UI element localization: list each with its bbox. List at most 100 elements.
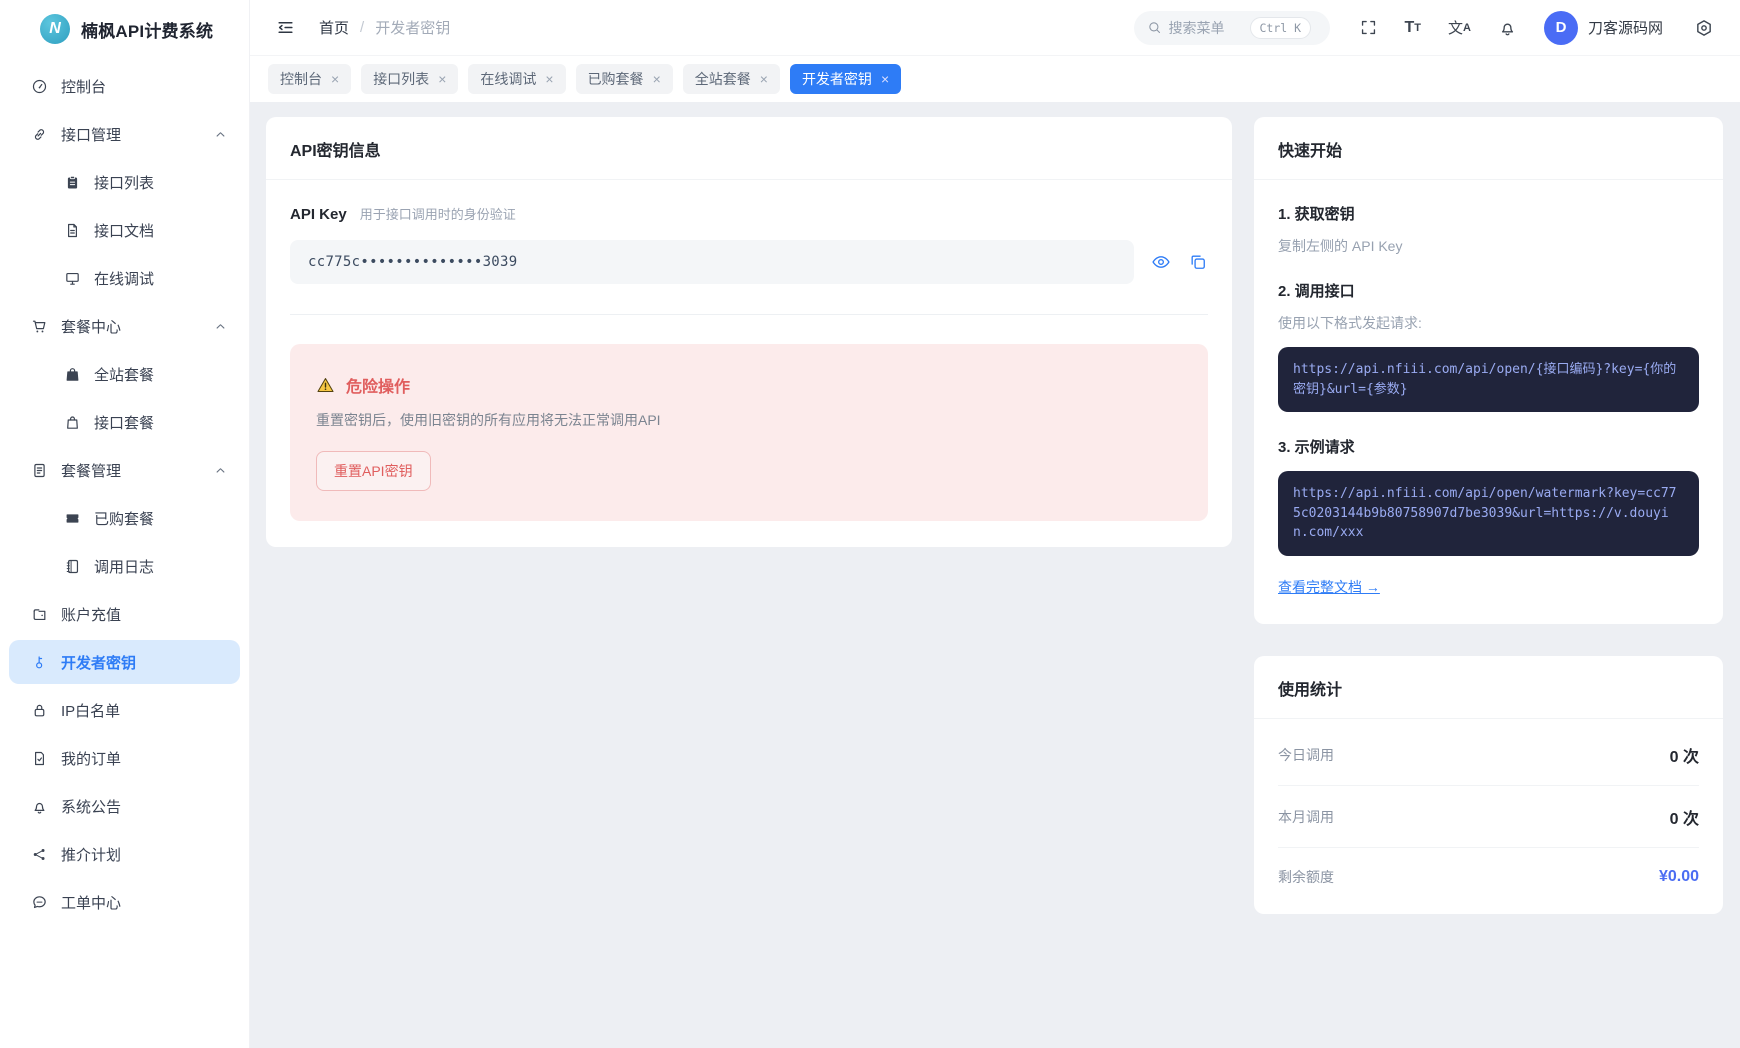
menu-search[interactable]: Ctrl K [1133, 10, 1330, 45]
api-key-label: API Key [290, 206, 347, 223]
user-menu[interactable]: D 刀客源码网 [1543, 10, 1663, 45]
tab-close-icon[interactable]: × [331, 72, 339, 86]
menu-fold-icon [278, 21, 293, 34]
ticket-icon [66, 513, 79, 523]
tab-api-list[interactable]: 接口列表 × [361, 64, 459, 94]
tab-label: 控制台 [280, 71, 322, 87]
sidebar-item-label: 接口文档 [94, 222, 155, 240]
api-key-value-field: cc775c••••••••••••••3039 [290, 240, 1134, 284]
sidebar-item-site-packages[interactable]: 全站套餐 [9, 352, 240, 396]
sidebar-item-purchased-packages[interactable]: 已购套餐 [9, 496, 240, 540]
sidebar-item-label: 系统公告 [61, 798, 122, 816]
translate-icon: 文 [1448, 20, 1464, 37]
sidebar-item-label: 接口列表 [94, 174, 155, 192]
monitor-icon [66, 272, 79, 285]
sidebar-item-label: 在线调试 [94, 270, 155, 288]
settings-button[interactable] [1694, 18, 1714, 38]
usage-label: 剩余额度 [1278, 868, 1334, 885]
tab-close-icon[interactable]: × [545, 72, 553, 86]
sidebar-item-api-management[interactable]: 接口管理 [9, 112, 240, 156]
text-size-button[interactable]: TT [1405, 19, 1422, 37]
fullscreen-icon [1361, 20, 1375, 35]
example-request-code: https://api.nfiii.com/api/open/watermark… [1278, 471, 1699, 556]
app-root: N 楠枫API计费系统 控制台 接口管理 接口列表 接口文档 在线调试 套餐中心… [0, 0, 1740, 1048]
step3-title: 3. 示例请求 [1278, 439, 1355, 456]
notifications-button[interactable] [1498, 18, 1517, 37]
bag-filled-icon [66, 367, 79, 381]
quick-start-title: 快速开始 [1254, 117, 1723, 180]
tab-bar: 控制台 × 接口列表 × 在线调试 × 已购套餐 × 全站套餐 × 开发者密钥 … [250, 56, 1740, 102]
sidebar-item-label: 我的订单 [61, 750, 122, 768]
sidebar-collapse-button[interactable] [276, 18, 295, 37]
sidebar-item-api-packages[interactable]: 接口套餐 [9, 400, 240, 444]
top-header: 首页 / 开发者密钥 Ctrl K TT 文A [250, 0, 1740, 56]
username: 刀客源码网 [1587, 20, 1663, 37]
sidebar-item-api-docs[interactable]: 接口文档 [9, 208, 240, 252]
document-icon [68, 223, 77, 237]
usage-stats-card: 使用统计 今日调用 0 次 本月调用 0 次 剩余额度 ¥0.00 [1254, 655, 1723, 914]
main-column: 首页 / 开发者密钥 Ctrl K TT 文A [250, 0, 1740, 1048]
chat-icon [33, 895, 46, 908]
sidebar-item-label: 开发者密钥 [61, 654, 137, 672]
tab-close-icon[interactable]: × [881, 72, 889, 86]
text-size-icon: T [1404, 18, 1415, 36]
sidebar-item-package-management[interactable]: 套餐管理 [9, 448, 240, 492]
fullscreen-button[interactable] [1359, 18, 1378, 37]
order-icon [35, 751, 44, 765]
sidebar-item-my-orders[interactable]: 我的订单 [9, 736, 240, 780]
bag-outline-icon [67, 415, 78, 429]
sidebar-item-ip-whitelist[interactable]: IP白名单 [9, 688, 240, 732]
sidebar-item-label: 调用日志 [94, 558, 155, 576]
usage-row-balance: 剩余额度 ¥0.00 [1278, 848, 1699, 905]
list-icon [34, 463, 45, 477]
sidebar-item-label: 套餐中心 [61, 318, 122, 336]
step1-description: 复制左侧的 API Key [1278, 238, 1403, 254]
request-format-code: https://api.nfiii.com/api/open/{接口编码}?ke… [1278, 347, 1699, 412]
tab-label: 开发者密钥 [801, 71, 872, 87]
page-content: API密钥信息 API Key 用于接口调用时的身份验证 cc775c•••••… [250, 102, 1740, 1048]
breadcrumb-home[interactable]: 首页 [319, 17, 349, 38]
tab-close-icon[interactable]: × [760, 72, 768, 86]
usage-row-today: 今日调用 0 次 [1278, 724, 1699, 786]
danger-zone: 危险操作 重置密钥后，使用旧密钥的所有应用将无法正常调用API 重置API密钥 [290, 344, 1208, 521]
sidebar-item-account-recharge[interactable]: 账户充值 [9, 592, 240, 636]
search-input[interactable] [1168, 19, 1243, 36]
api-key-card-body: API Key 用于接口调用时的身份验证 cc775c•••••••••••••… [266, 180, 1232, 547]
tab-label: 在线调试 [480, 71, 537, 87]
tab-online-debug[interactable]: 在线调试 × [468, 64, 566, 94]
tab-site-packages[interactable]: 全站套餐 × [682, 64, 780, 94]
sidebar-item-label: 工单中心 [61, 894, 122, 912]
danger-description: 重置密钥后，使用旧密钥的所有应用将无法正常调用API [316, 412, 661, 428]
reset-api-key-button[interactable]: 重置API密钥 [316, 451, 431, 491]
tab-close-icon[interactable]: × [653, 72, 661, 86]
tab-dashboard[interactable]: 控制台 × [268, 64, 352, 94]
full-docs-link[interactable]: 查看完整文档 → [1278, 577, 1380, 597]
sidebar-item-developer-key[interactable]: 开发者密钥 [9, 640, 240, 684]
sidebar-item-online-debug[interactable]: 在线调试 [9, 256, 240, 300]
breadcrumb-current: 开发者密钥 [375, 20, 451, 37]
sidebar-item-ticket-center[interactable]: 工单中心 [9, 880, 240, 924]
sidebar-item-call-logs[interactable]: 调用日志 [9, 544, 240, 588]
danger-title: 危险操作 [346, 379, 411, 396]
sidebar-item-label: 套餐管理 [61, 462, 122, 480]
copy-key-button[interactable] [1188, 252, 1208, 272]
sidebar-item-dashboard[interactable]: 控制台 [9, 64, 240, 108]
api-key-card: API密钥信息 API Key 用于接口调用时的身份验证 cc775c•••••… [266, 117, 1232, 547]
step2-title: 2. 调用接口 [1278, 283, 1355, 300]
sidebar-item-referral-program[interactable]: 推介计划 [9, 832, 240, 876]
sidebar-item-package-center[interactable]: 套餐中心 [9, 304, 240, 348]
tab-close-icon[interactable]: × [438, 72, 446, 86]
language-button[interactable]: 文A [1448, 17, 1471, 38]
sidebar-item-api-list[interactable]: 接口列表 [9, 160, 240, 204]
reveal-key-button[interactable] [1151, 252, 1171, 272]
sidebar-item-announcements[interactable]: 系统公告 [9, 784, 240, 828]
header-icon-buttons: TT 文A [1359, 17, 1517, 38]
warning-icon [317, 377, 334, 392]
usage-stats-body: 今日调用 0 次 本月调用 0 次 剩余额度 ¥0.00 [1254, 719, 1723, 914]
tab-purchased-packages[interactable]: 已购套餐 × [575, 64, 673, 94]
tab-label: 接口列表 [373, 71, 430, 87]
section-divider [290, 314, 1208, 315]
breadcrumb-separator: / [360, 19, 365, 36]
logo-icon: N [40, 14, 70, 44]
tab-developer-key[interactable]: 开发者密钥 × [789, 64, 902, 94]
